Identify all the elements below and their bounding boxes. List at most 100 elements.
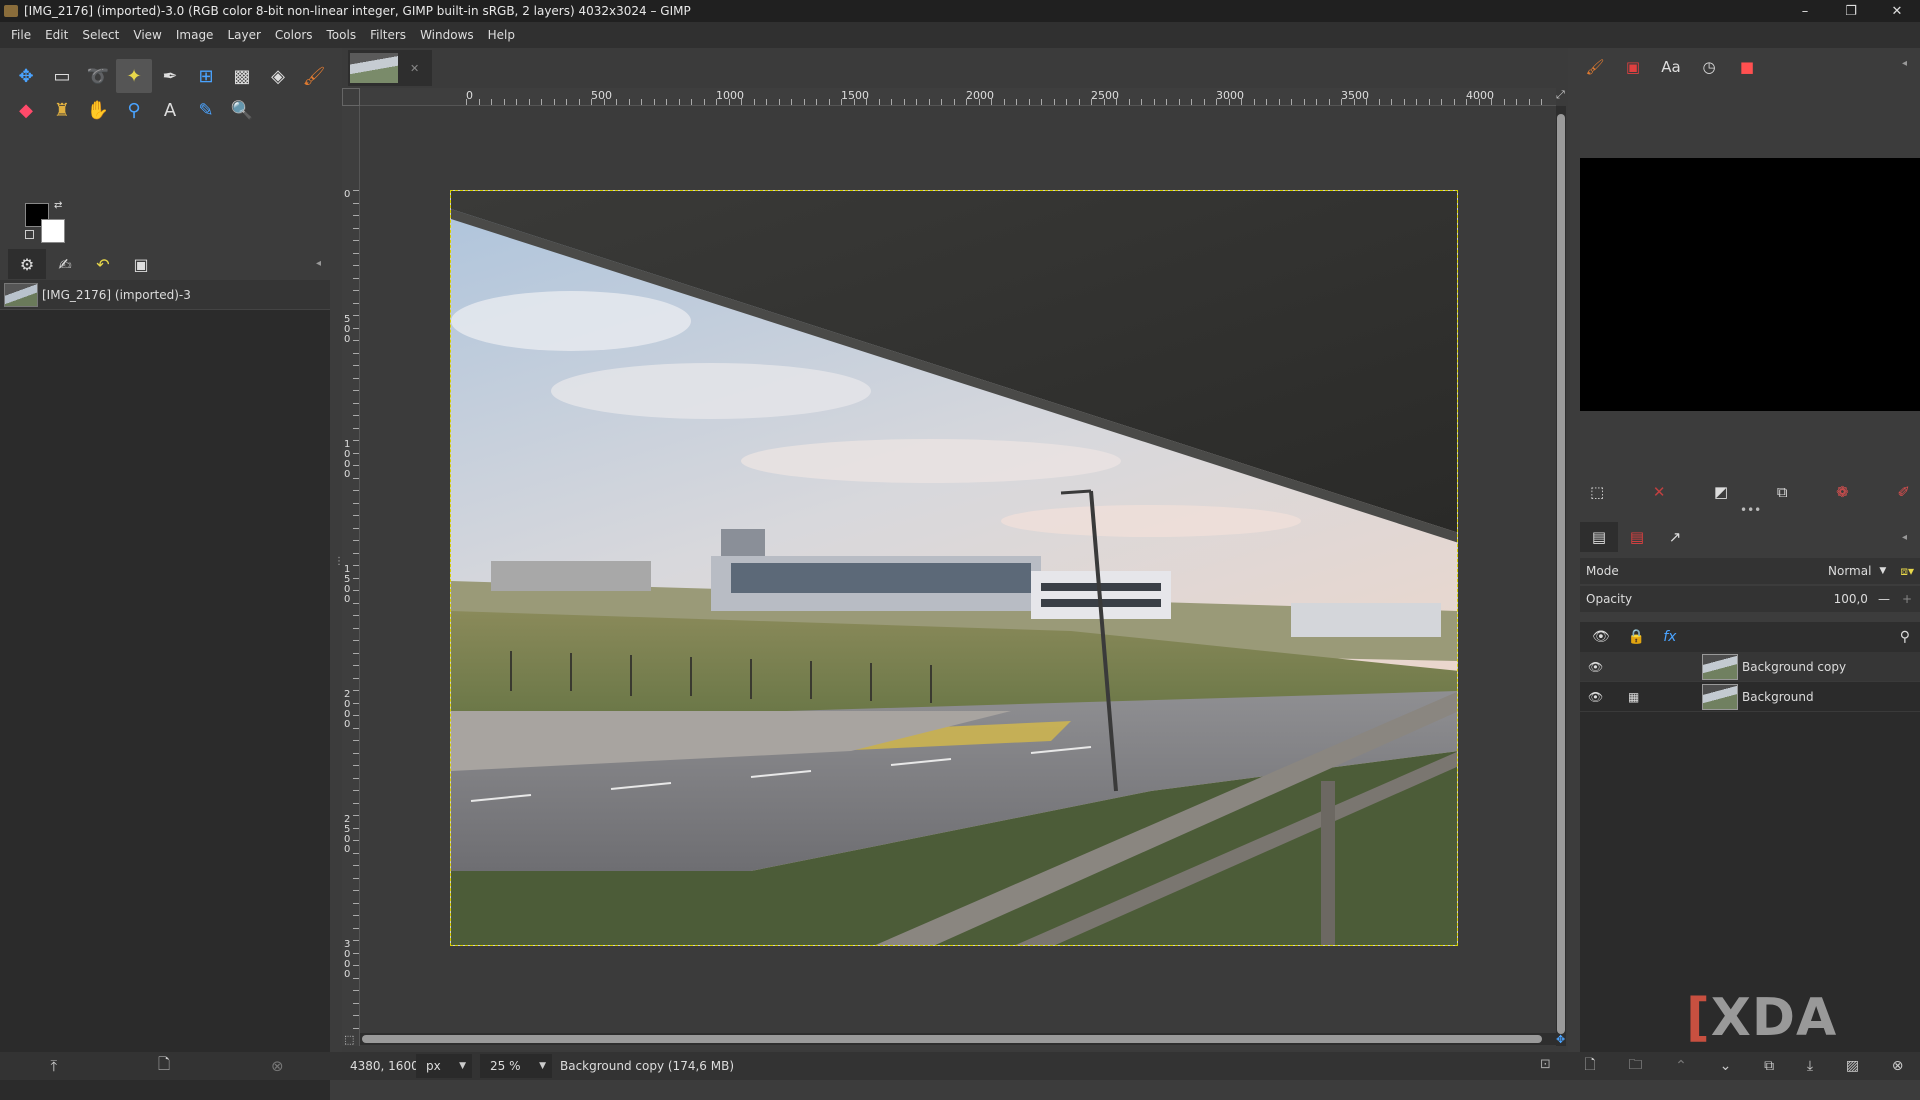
close-image-icon[interactable]: ⊗ [271,1057,284,1075]
plus-icon[interactable]: + [1902,592,1912,606]
zoom-tool-icon[interactable]: 🔍 [224,93,260,127]
color-picker-icon[interactable]: ✎ [188,93,224,127]
layer-mask-icon[interactable]: ▨ [1846,1058,1859,1074]
tab-device-status[interactable]: ✍ [46,249,84,279]
menu-windows[interactable]: Windows [413,28,481,42]
dock-resize-handle[interactable]: ⋮ [334,556,344,567]
fonts-tab-icon[interactable]: Aa [1652,50,1690,84]
chevron-down-icon[interactable]: ▼ [1879,566,1886,576]
menu-colors[interactable]: Colors [268,28,320,42]
minus-icon[interactable]: — [1878,592,1890,606]
swap-colors-icon[interactable]: ⇄ [54,200,62,211]
fuzzy-select-icon[interactable]: ✦ [116,59,152,93]
bucket-fill-icon[interactable]: ◈ [260,59,296,93]
new-image-icon[interactable]: 🗋 [158,1054,170,1079]
raise-layer-icon[interactable]: ⌃ [1675,1058,1687,1074]
new-layer-group-icon[interactable]: 🗀 [1628,1054,1642,1078]
menu-tools[interactable]: Tools [320,28,364,42]
fx-icon[interactable]: fx [1663,629,1676,645]
horizontal-ruler[interactable]: 0 500 1000 1500 2000 2500 3000 3500 4000 [360,88,1556,106]
menu-file[interactable]: File [4,28,38,42]
vertical-ruler[interactable]: 0 500 1000 1500 2000 2500 3000 [342,106,360,1046]
minimize-button[interactable]: – [1782,0,1828,22]
configure-tab-icon[interactable]: ◂ [1902,532,1907,543]
more-icon[interactable]: ••• [1740,503,1761,517]
duplicate-layer-icon[interactable]: ⧉ [1764,1058,1774,1074]
search-icon[interactable]: ⚲ [1900,629,1910,645]
text-tool-icon[interactable]: A [152,93,188,127]
paths-tool-icon[interactable]: ✒ [152,59,188,93]
delete-icon[interactable]: ✕ [1653,483,1666,501]
transform-tool-icon[interactable]: ⊞ [188,59,224,93]
ruler-corner[interactable] [342,88,360,106]
lower-layer-icon[interactable]: ⌄ [1720,1058,1732,1074]
unit-select[interactable]: px ▼ [416,1054,472,1078]
configure-tab-icon[interactable]: ◂ [316,258,321,269]
navigate-icon[interactable]: ✥ [1556,1033,1565,1046]
tab-paths[interactable]: ↗ [1656,522,1694,552]
horizontal-scrollbar-thumb[interactable] [362,1035,1542,1043]
menu-edit[interactable]: Edit [38,28,75,42]
to-path-icon[interactable]: ⧉ [1777,483,1788,501]
vertical-scrollbar-thumb[interactable] [1557,114,1565,1034]
close-tab-icon[interactable]: ✕ [410,62,419,75]
raise-image-icon[interactable]: ⤒ [50,1057,57,1075]
visibility-eye-icon[interactable]: 👁 [1588,690,1612,704]
menu-help[interactable]: Help [481,28,522,42]
visibility-eye-icon[interactable]: 👁 [1588,660,1612,674]
pointer-info-icon[interactable]: ⊡ [1540,1057,1551,1072]
rect-select-icon[interactable]: ▭ [44,59,80,93]
layer-name[interactable]: Background [1742,690,1814,704]
zoom-image-icon[interactable]: ⤢ [1556,88,1565,102]
free-select-icon[interactable]: ➰ [80,59,116,93]
menu-image[interactable]: Image [169,28,221,42]
paintbrush-icon[interactable]: 🖌 [296,59,332,93]
crop-tool-icon[interactable]: ⚲ [116,93,152,127]
tab-layers[interactable]: ▤ [1580,522,1618,552]
reset-colors-icon[interactable] [25,230,34,239]
merge-layer-icon[interactable]: ⤓ [1807,1058,1813,1074]
navigation-preview[interactable] [1580,158,1920,411]
image-canvas[interactable] [450,190,1458,946]
selection-icon[interactable]: ⬚ [1590,483,1604,501]
close-button[interactable]: ✕ [1874,0,1920,22]
tab-images[interactable]: ▣ [122,249,160,279]
eraser-icon[interactable]: ◆ [8,93,44,127]
tab-channels[interactable]: ▤ [1618,522,1656,552]
quick-mask-icon[interactable]: ⬚ [344,1033,354,1046]
configure-tab-icon[interactable]: ◂ [1902,58,1907,69]
menu-layer[interactable]: Layer [220,28,267,42]
clone-tool-icon[interactable]: ♜ [44,93,80,127]
brushes-tab-icon[interactable]: 🖌 [1576,50,1614,84]
alpha-lock-icon[interactable]: ▦ [1612,690,1702,704]
colors-tab-icon[interactable]: ■ [1728,50,1766,84]
invert-icon[interactable]: ◩ [1714,483,1728,501]
menu-view[interactable]: View [126,28,168,42]
image-tab[interactable]: ✕ [348,50,432,86]
eye-icon[interactable]: 👁 [1592,629,1610,645]
table-row[interactable]: 👁 ▦ Background [1580,682,1920,712]
background-color-swatch[interactable] [41,219,65,243]
delete-layer-icon[interactable]: ⊗ [1892,1058,1904,1074]
vertical-scrollbar[interactable] [1556,106,1566,1046]
lock-icon[interactable]: 🔒 [1628,629,1645,645]
menu-select[interactable]: Select [75,28,126,42]
new-layer-icon[interactable]: 🗋 [1584,1054,1595,1078]
horizontal-scrollbar[interactable] [360,1033,1556,1045]
composite-mode-icon[interactable]: ⧈▾ [1900,564,1914,579]
smudge-tool-icon[interactable]: ✋ [80,93,116,127]
mask-icon[interactable]: ❁ [1836,483,1849,501]
table-row[interactable]: 👁 Background copy [1580,652,1920,682]
list-item[interactable]: [IMG_2176] (imported)-3 [0,280,330,310]
patterns-tab-icon[interactable]: ▣ [1614,50,1652,84]
opacity-value[interactable]: 100,0 [1834,592,1868,606]
mode-select[interactable]: Normal [1828,564,1871,578]
layer-name[interactable]: Background copy [1742,660,1846,674]
menu-filters[interactable]: Filters [363,28,413,42]
tab-undo-history[interactable]: ↶ [84,249,122,279]
warp-tool-icon[interactable]: ▩ [224,59,260,93]
tab-tool-options[interactable]: ⚙ [8,249,46,279]
zoom-select[interactable]: 25 % ▼ [480,1054,552,1078]
paint-mask-icon[interactable]: ✐ [1897,483,1910,501]
move-tool-icon[interactable]: ✥ [8,59,44,93]
